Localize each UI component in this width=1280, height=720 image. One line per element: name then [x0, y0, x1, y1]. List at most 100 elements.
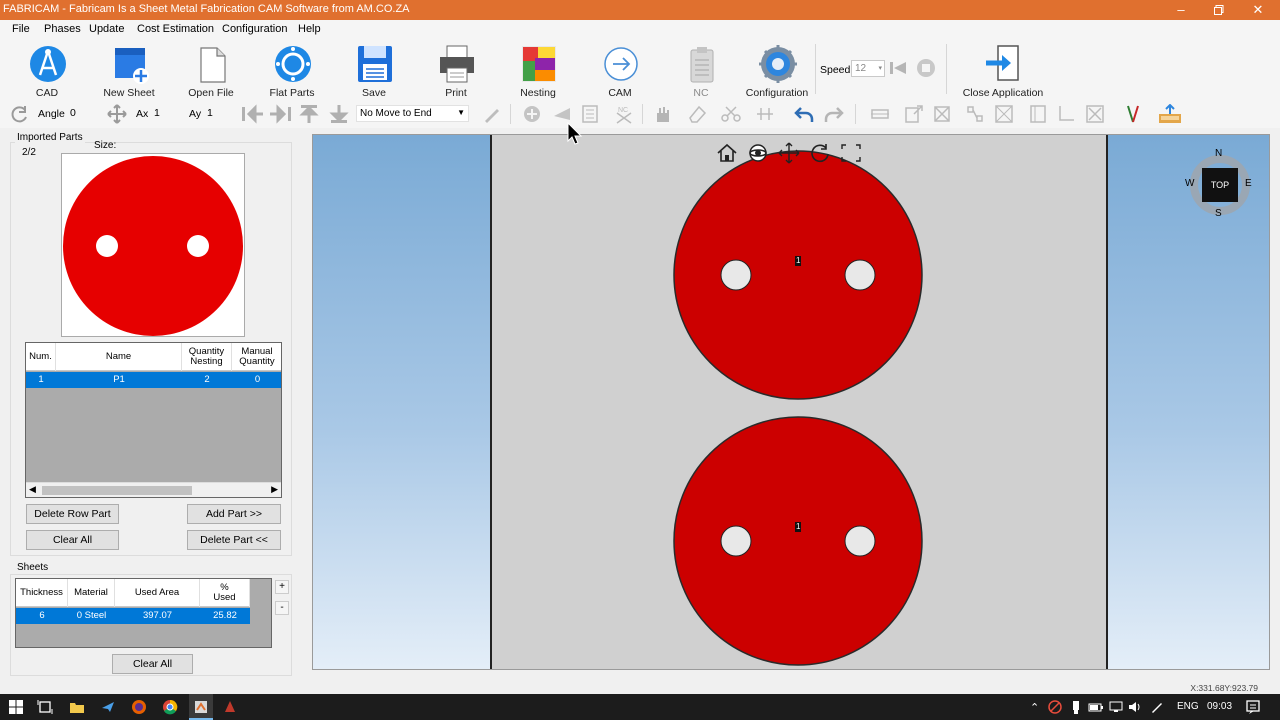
move-left-end-icon[interactable]	[241, 104, 265, 124]
bridge-icon[interactable]	[870, 104, 890, 124]
speed-input[interactable]: 12 ▾	[851, 60, 885, 77]
fit-view-icon[interactable]	[840, 143, 862, 163]
app-bird-icon[interactable]	[100, 699, 116, 715]
nested-part[interactable]	[673, 150, 923, 400]
ay-input[interactable]: 1	[205, 106, 235, 122]
task-view-icon[interactable]	[37, 699, 53, 715]
undo-icon[interactable]	[794, 104, 814, 124]
horizontal-scrollbar[interactable]: ◀ ▶	[26, 482, 281, 497]
frame-icon[interactable]	[1028, 104, 1048, 124]
menu-cost-estimation[interactable]: Cost Estimation	[137, 23, 214, 35]
language-indicator[interactable]: ENG	[1177, 701, 1199, 712]
flat-parts-button[interactable]: Flat Parts	[252, 42, 332, 99]
reset-rotation-icon[interactable]	[809, 143, 831, 163]
clear-all-sheets-button[interactable]: Clear All	[112, 654, 193, 674]
microjoint-icon[interactable]	[965, 104, 985, 124]
angle-measure-icon[interactable]	[1056, 104, 1076, 124]
move-option-dropdown[interactable]: No Move to End ▼	[356, 105, 469, 122]
compass-east[interactable]: E	[1245, 178, 1252, 189]
add-sheet-button[interactable]: +	[275, 580, 289, 594]
network-icon[interactable]	[1108, 699, 1124, 715]
export-sheet-icon[interactable]	[1157, 104, 1183, 124]
save-button[interactable]: Save	[334, 42, 414, 99]
sheet-plate[interactable]: 1 1	[490, 135, 1108, 669]
compass-west[interactable]: W	[1185, 178, 1194, 189]
split-icon[interactable]	[755, 104, 775, 124]
volume-icon[interactable]	[1127, 699, 1143, 715]
windows-start-icon[interactable]	[8, 699, 24, 715]
view-compass[interactable]: TOP N S W E	[1181, 147, 1252, 222]
sort-icon[interactable]	[580, 104, 600, 124]
angle-input[interactable]: 0	[68, 106, 98, 122]
maximize-button[interactable]	[1199, 0, 1239, 20]
nesting-viewport[interactable]: 1 1 TOP N S W E	[312, 134, 1270, 670]
nesting-button[interactable]: Nesting	[498, 42, 578, 99]
move-top-icon[interactable]	[299, 104, 319, 124]
export-icon[interactable]	[904, 104, 924, 124]
home-view-icon[interactable]	[716, 143, 738, 163]
file-explorer-icon[interactable]	[69, 699, 85, 715]
close-application-button[interactable]: Close Application	[962, 42, 1044, 99]
taskbar-active-app[interactable]	[189, 694, 213, 720]
clear-all-parts-button[interactable]: Clear All	[26, 530, 119, 550]
open-file-button[interactable]: Open File	[171, 42, 251, 99]
notifications-icon[interactable]	[1245, 699, 1261, 715]
ax-input[interactable]: 1	[152, 106, 182, 122]
redo-icon[interactable]	[824, 104, 844, 124]
stop-icon[interactable]	[916, 58, 936, 78]
recorder-app-icon[interactable]	[222, 699, 238, 715]
color-lines-icon[interactable]	[1123, 104, 1143, 124]
tray-overflow-icon[interactable]: ⌃	[1030, 701, 1039, 714]
scroll-thumb[interactable]	[42, 486, 192, 495]
delete-part-button[interactable]: Delete Part <<	[187, 530, 281, 550]
erase-icon[interactable]	[687, 104, 707, 124]
nested-part[interactable]	[673, 416, 923, 666]
compass-south[interactable]: S	[1215, 208, 1222, 219]
menu-configuration[interactable]: Configuration	[222, 23, 287, 35]
menu-update[interactable]: Update	[89, 23, 124, 35]
minimize-button[interactable]: –	[1161, 0, 1201, 20]
table-row[interactable]: 6 0 Steel 397.07 25.82	[16, 608, 250, 624]
pencil-icon[interactable]	[482, 104, 502, 124]
configuration-button[interactable]: Configuration	[737, 42, 817, 99]
move-bottom-icon[interactable]	[329, 104, 349, 124]
compass-north[interactable]: N	[1215, 148, 1222, 159]
close-window-button[interactable]: ✕	[1238, 0, 1278, 20]
remove-all-icon[interactable]	[1085, 104, 1105, 124]
step-back-icon[interactable]	[888, 59, 908, 77]
delete-row-part-button[interactable]: Delete Row Part	[26, 504, 119, 524]
compass-top-face[interactable]: TOP	[1202, 168, 1238, 202]
menu-help[interactable]: Help	[298, 23, 321, 35]
pen-icon[interactable]	[1149, 699, 1165, 715]
menu-phases[interactable]: Phases	[44, 23, 81, 35]
add-circle-icon[interactable]	[522, 104, 542, 124]
menu-file[interactable]: File	[12, 23, 30, 35]
cam-button[interactable]: CAM	[580, 42, 660, 99]
new-sheet-button[interactable]: New Sheet	[89, 42, 169, 99]
chrome-icon[interactable]	[162, 699, 178, 715]
cad-button[interactable]: CAD	[7, 42, 87, 99]
firefox-icon[interactable]	[131, 699, 147, 715]
nc-button[interactable]: NC	[661, 42, 741, 99]
clock[interactable]: 09:03	[1207, 701, 1232, 712]
remove-sheet-button[interactable]: -	[275, 601, 289, 615]
scissors-icon[interactable]	[721, 104, 741, 124]
print-button[interactable]: Print	[416, 42, 496, 99]
tray-app-icon[interactable]	[1047, 699, 1063, 715]
usb-icon[interactable]	[1068, 699, 1084, 715]
delete-lead-icon[interactable]	[932, 104, 952, 124]
battery-icon[interactable]	[1088, 699, 1104, 715]
rotate-icon[interactable]	[10, 104, 30, 124]
move-right-end-icon[interactable]	[268, 104, 292, 124]
orbit-view-icon[interactable]	[747, 143, 769, 163]
move-icon[interactable]	[107, 104, 127, 124]
nc-x-icon[interactable]: NC	[614, 104, 634, 124]
hand-icon[interactable]	[652, 104, 672, 124]
add-part-button[interactable]: Add Part >>	[187, 504, 281, 524]
cross-parts-icon[interactable]	[994, 104, 1014, 124]
scroll-left-icon[interactable]: ◀	[29, 484, 36, 495]
lead-in-icon[interactable]	[552, 104, 572, 124]
pan-view-icon[interactable]	[778, 142, 800, 164]
table-row[interactable]: 1 P1 2 0	[26, 372, 281, 388]
scroll-right-icon[interactable]: ▶	[271, 484, 278, 495]
